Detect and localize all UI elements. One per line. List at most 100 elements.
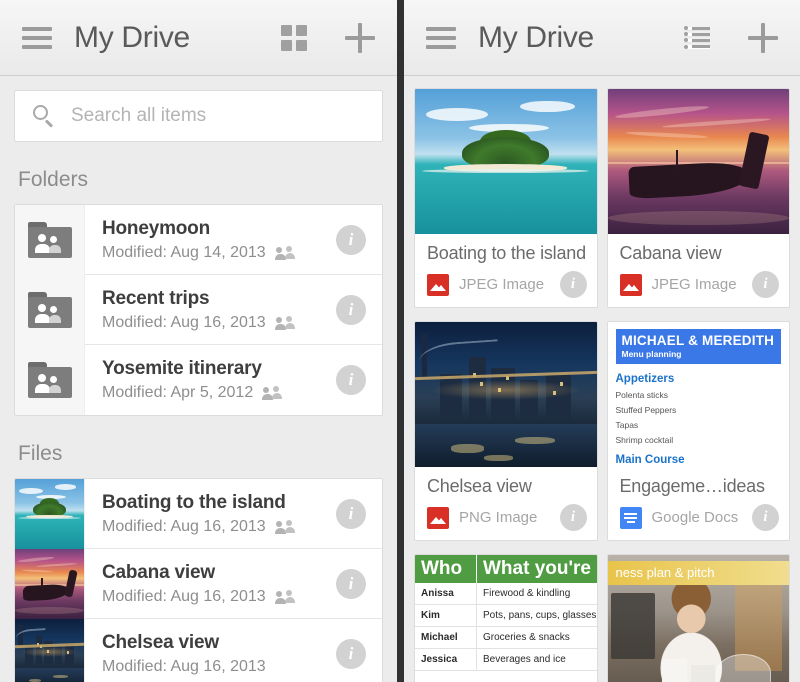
shared-people-icon <box>275 316 296 330</box>
doc-heading-appetizers: Appetizers <box>616 373 782 385</box>
doc-list-item: Tapas <box>616 420 782 430</box>
city-night-photo <box>15 619 84 682</box>
row-thumbnail <box>15 479 85 549</box>
info-button[interactable]: i <box>752 271 779 298</box>
sheet-cell: Pots, pans, cups, glasses (paper <box>477 605 597 626</box>
grid-card[interactable]: MICHAEL & MEREDITH Menu planning Appetiz… <box>607 321 791 541</box>
document-preview: MICHAEL & MEREDITH Menu planning Appetiz… <box>608 322 790 467</box>
right-app-bar: My Drive <box>404 0 800 76</box>
list-item[interactable]: Chelsea view Modified: Aug 16, 2013 i <box>15 619 382 682</box>
item-subtitle: Modified: Apr 5, 2012 <box>102 384 336 402</box>
modified-date: Modified: Aug 16, 2013 <box>102 314 266 332</box>
list-item[interactable]: Cabana view Modified: Aug 16, 2013 i <box>15 549 382 619</box>
doc-list-item: Shrimp cocktail <box>616 435 782 445</box>
grid-card[interactable]: Boating to the island JPEG Image i <box>414 88 598 308</box>
grid-card[interactable]: Chelsea view PNG Image i <box>414 321 598 541</box>
item-subtitle: Modified: Aug 16, 2013 <box>102 518 336 536</box>
list-item[interactable]: Recent trips Modified: Aug 16, 2013 i <box>15 275 382 345</box>
card-title: Chelsea view <box>427 476 587 497</box>
files-list: Boating to the island Modified: Aug 16, … <box>14 478 383 682</box>
shared-folder-icon <box>28 222 72 258</box>
row-body: Cabana view Modified: Aug 16, 2013 <box>85 562 336 606</box>
shared-folder-icon <box>28 292 72 328</box>
modified-date: Modified: Aug 16, 2013 <box>102 518 266 536</box>
shared-people-icon <box>275 246 296 260</box>
row-body: Chelsea view Modified: Aug 16, 2013 <box>85 632 336 676</box>
sheet-row: Anissa Firewood & kindling <box>415 583 597 605</box>
card-footer: JPEG Image i <box>620 271 780 298</box>
item-subtitle: Modified: Aug 16, 2013 <box>102 588 336 606</box>
item-name: Cabana view <box>102 562 336 584</box>
sheet-cell: Groceries & snacks <box>477 627 597 648</box>
card-type-label: PNG Image <box>459 509 537 526</box>
row-thumbnail <box>15 345 85 415</box>
grid-card[interactable]: Who What you're b Anissa Firewood & kind… <box>414 554 598 682</box>
row-thumbnail <box>15 619 85 682</box>
card-thumbnail: MICHAEL & MEREDITH Menu planning Appetiz… <box>608 322 790 467</box>
item-subtitle: Modified: Aug 14, 2013 <box>102 244 336 262</box>
card-footer: Google Docs i <box>620 504 780 531</box>
grid-card[interactable]: ness plan & pitch How Sari…her shop <box>607 554 791 682</box>
list-item[interactable]: Boating to the island Modified: Aug 16, … <box>15 479 382 549</box>
search-container: Search all items <box>0 76 397 142</box>
search-icon <box>33 105 55 127</box>
sheet-cell: Anissa <box>415 583 477 604</box>
info-button[interactable]: i <box>336 295 366 325</box>
list-view-icon[interactable] <box>684 27 710 49</box>
grid-card[interactable]: Cabana view JPEG Image i <box>607 88 791 308</box>
plus-icon[interactable] <box>748 23 778 53</box>
island-photo <box>15 479 84 549</box>
list-item[interactable]: Yosemite itinerary Modified: Apr 5, 2012… <box>15 345 382 415</box>
plus-icon[interactable] <box>345 23 375 53</box>
card-title: Boating to the island <box>427 243 587 264</box>
folders-list: Honeymoon Modified: Aug 14, 2013 i R <box>14 204 383 416</box>
info-button[interactable]: i <box>752 504 779 531</box>
file-grid: Boating to the island JPEG Image i <box>414 88 790 682</box>
card-meta: Boating to the island JPEG Image i <box>415 234 597 307</box>
item-name: Recent trips <box>102 288 336 310</box>
modified-date: Modified: Apr 5, 2012 <box>102 384 253 402</box>
sheet-row: Michael Groceries & snacks <box>415 627 597 649</box>
presentation-preview: ness plan & pitch <box>608 555 790 682</box>
info-button[interactable]: i <box>560 504 587 531</box>
sunset-boat-photo <box>608 89 790 234</box>
sheet-header-row: Who What you're b <box>415 555 597 583</box>
info-button[interactable]: i <box>560 271 587 298</box>
shared-people-icon <box>275 520 296 534</box>
item-name: Boating to the island <box>102 492 336 514</box>
hamburger-menu-icon[interactable] <box>426 27 456 49</box>
dual-phone-screenshot: My Drive Search all items Folders <box>0 0 800 682</box>
doc-banner-title: MICHAEL & MEREDITH <box>622 333 776 348</box>
info-button[interactable]: i <box>336 569 366 599</box>
row-thumbnail <box>15 275 85 345</box>
row-body: Recent trips Modified: Aug 16, 2013 <box>85 288 336 332</box>
hamburger-menu-icon[interactable] <box>22 27 52 49</box>
card-meta: Cabana view JPEG Image i <box>608 234 790 307</box>
sheet-column-header: What you're b <box>477 555 597 583</box>
sheet-cell: Kim <box>415 605 477 626</box>
doc-banner-subtitle: Menu planning <box>622 349 776 359</box>
info-button[interactable]: i <box>336 499 366 529</box>
card-title: Cabana view <box>620 243 780 264</box>
google-docs-icon <box>620 507 642 529</box>
info-button[interactable]: i <box>336 639 366 669</box>
card-type-label: JPEG Image <box>652 276 737 293</box>
shared-people-icon <box>262 386 283 400</box>
doc-heading-main-course: Main Course <box>616 454 782 466</box>
info-button[interactable]: i <box>336 225 366 255</box>
row-body: Honeymoon Modified: Aug 14, 2013 <box>85 218 336 262</box>
item-name: Chelsea view <box>102 632 336 654</box>
spreadsheet-preview: Who What you're b Anissa Firewood & kind… <box>415 555 597 682</box>
info-button[interactable]: i <box>336 365 366 395</box>
item-name: Honeymoon <box>102 218 336 240</box>
doc-banner: MICHAEL & MEREDITH Menu planning <box>616 329 782 364</box>
search-input[interactable]: Search all items <box>14 90 383 142</box>
modified-date: Modified: Aug 14, 2013 <box>102 244 266 262</box>
island-photo <box>415 89 597 234</box>
grid-view-icon[interactable] <box>281 25 307 51</box>
list-item[interactable]: Honeymoon Modified: Aug 14, 2013 i <box>15 205 382 275</box>
card-thumbnail <box>415 322 597 467</box>
sheet-cell: Firewood & kindling <box>477 583 597 604</box>
item-subtitle: Modified: Aug 16, 2013 <box>102 314 336 332</box>
right-phone-grid-view: My Drive <box>404 0 800 682</box>
